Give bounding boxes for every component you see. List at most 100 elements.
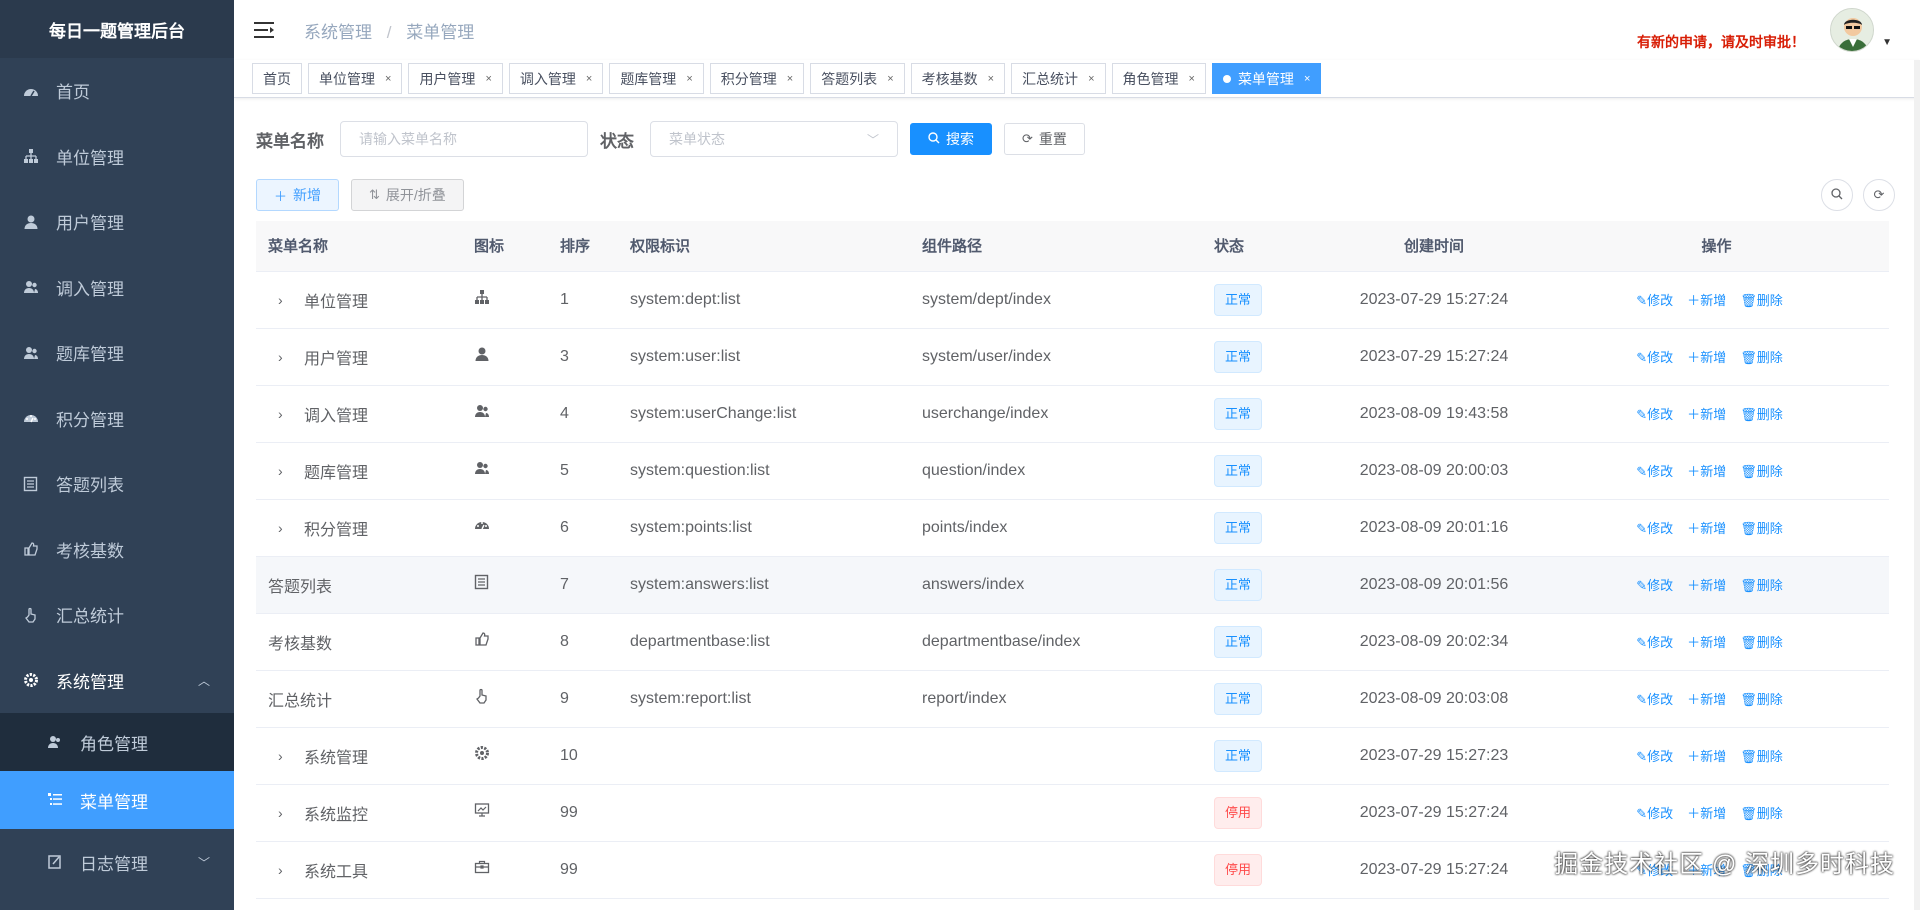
add-child-button[interactable]: ＋新增 <box>1687 350 1726 365</box>
sidebar-item-hand[interactable]: 汇总统计 <box>0 582 234 648</box>
tab-0[interactable]: 首页 <box>252 63 302 94</box>
expand-icon[interactable]: › <box>278 520 292 536</box>
edit-button[interactable]: ✎修改 <box>1636 635 1673 650</box>
sidebar-item-dashboard[interactable]: 首页 <box>0 58 234 124</box>
scrollbar[interactable] <box>1914 60 1920 910</box>
sidebar-item-system[interactable]: 系统管理 ︿ <box>0 648 234 714</box>
tab-5[interactable]: 积分管理 × <box>709 63 805 94</box>
table-row[interactable]: 考核基数 8 departmentbase:list departmentbase/i… <box>256 613 1889 671</box>
active-dot <box>1222 74 1231 83</box>
table-row[interactable]: › 题库管理 5 system:question:list question/index… <box>256 442 1889 500</box>
add-child-button[interactable]: ＋新增 <box>1687 578 1726 593</box>
close-icon[interactable]: × <box>1088 73 1094 85</box>
table-row[interactable]: › 调入管理 4 system:userChange:list userchange/i… <box>256 385 1889 443</box>
expand-icon[interactable]: › <box>278 862 292 878</box>
delete-button[interactable]: 🗑删除 <box>1740 407 1783 422</box>
add-child-button[interactable]: ＋新增 <box>1687 464 1726 479</box>
refresh-button[interactable]: ⟳ <box>1863 179 1895 211</box>
expand-icon[interactable]: › <box>278 349 292 365</box>
edit-button[interactable]: ✎修改 <box>1636 521 1673 536</box>
tab-8[interactable]: 汇总统计 × <box>1011 63 1106 94</box>
tab-label: 菜单管理 <box>1237 70 1294 87</box>
tab-10[interactable]: 菜单管理 × <box>1211 63 1322 94</box>
add-child-button[interactable]: ＋新增 <box>1687 635 1726 650</box>
table-row[interactable]: › 单位管理 1 system:dept:list system/dept/index 正… <box>256 271 1889 329</box>
table-row[interactable]: › 系统监控 99 停用 2023-07-29 15:27:24 ✎修改 ＋新增 🗑删除 <box>256 784 1889 842</box>
status-select[interactable]: 菜单状态 ﹀ <box>650 121 898 157</box>
add-child-button[interactable]: ＋新增 <box>1687 806 1726 821</box>
edit-button[interactable]: ✎修改 <box>1636 806 1673 821</box>
close-icon[interactable]: × <box>887 73 893 85</box>
expand-icon[interactable]: › <box>278 748 292 764</box>
add-child-button[interactable]: ＋新增 <box>1687 749 1726 764</box>
expand-icon[interactable]: › <box>278 406 292 422</box>
edit-button[interactable]: ✎修改 <box>1636 464 1673 479</box>
hamburger-icon[interactable] <box>254 20 276 40</box>
table-row[interactable]: 答题列表 7 system:answers:list answers/index 正常 2… <box>256 556 1889 614</box>
edit-button[interactable]: ✎修改 <box>1636 692 1673 707</box>
reset-button[interactable]: ⟳ 重置 <box>1004 123 1085 155</box>
add-button[interactable]: ＋ 新增 <box>256 179 340 211</box>
edit-button[interactable]: ✎修改 <box>1636 578 1673 593</box>
table-row[interactable]: › 积分管理 6 system:points:list points/index 正常 20… <box>256 499 1889 557</box>
sidebar-item-peoples[interactable]: 调入管理 <box>0 255 234 321</box>
close-icon[interactable]: × <box>686 73 692 85</box>
tab-2[interactable]: 用户管理 × <box>408 63 503 94</box>
avatar[interactable] <box>1830 8 1874 52</box>
sidebar-item-menu[interactable]: 菜单管理 <box>0 771 234 829</box>
close-icon[interactable]: × <box>787 73 793 85</box>
sidebar-item-tree[interactable]: 单位管理 <box>0 124 234 190</box>
edit-button[interactable]: ✎修改 <box>1636 293 1673 308</box>
approval-notice[interactable]: 有新的申请，请及时审批！ <box>1637 32 1805 52</box>
table-row[interactable]: › 用户管理 3 system:user:list system/user/index 正… <box>256 328 1889 386</box>
tab-label: 用户管理 <box>419 70 476 87</box>
tab-9[interactable]: 角色管理 × <box>1111 63 1206 94</box>
menu-name-input[interactable]: 请输入菜单名称 <box>340 121 588 157</box>
delete-button[interactable]: 🗑删除 <box>1740 806 1783 821</box>
close-icon[interactable]: × <box>586 73 592 85</box>
delete-button[interactable]: 🗑删除 <box>1740 692 1783 707</box>
breadcrumb-item[interactable]: 系统管理 <box>304 23 372 42</box>
delete-button[interactable]: 🗑删除 <box>1740 578 1783 593</box>
close-icon[interactable]: × <box>1189 73 1195 85</box>
sidebar-item-user[interactable]: 用户管理 <box>0 189 234 255</box>
sidebar-item-role[interactable]: 角色管理 <box>0 713 234 771</box>
delete-button[interactable]: 🗑删除 <box>1740 293 1783 308</box>
tab-4[interactable]: 题库管理 × <box>609 63 704 94</box>
delete-button[interactable]: 🗑删除 <box>1740 749 1783 764</box>
expand-icon[interactable]: › <box>278 292 292 308</box>
add-child-button[interactable]: ＋新增 <box>1687 692 1726 707</box>
close-icon[interactable]: × <box>988 73 994 85</box>
tab-3[interactable]: 调入管理 × <box>508 63 604 94</box>
table-row[interactable]: 汇总统计 9 system:report:list report/index 正常 202… <box>256 670 1889 728</box>
edit-button[interactable]: ✎修改 <box>1636 407 1673 422</box>
close-icon[interactable]: × <box>385 73 391 85</box>
add-child-button[interactable]: ＋新增 <box>1687 521 1726 536</box>
sidebar-item-list[interactable]: 答题列表 <box>0 451 234 517</box>
sidebar-item-thumb[interactable]: 考核基数 <box>0 517 234 583</box>
delete-button[interactable]: 🗑删除 <box>1740 464 1783 479</box>
delete-button[interactable]: 🗑删除 <box>1740 635 1783 650</box>
edit-button[interactable]: ✎修改 <box>1636 749 1673 764</box>
add-child-button[interactable]: ＋新增 <box>1687 407 1726 422</box>
expand-icon[interactable]: › <box>278 463 292 479</box>
toggle-search-button[interactable] <box>1821 179 1853 211</box>
perm-cell: system:report:list <box>630 670 922 728</box>
sidebar-item-peoples[interactable]: 题库管理 <box>0 320 234 386</box>
sidebar-item-gauge[interactable]: 积分管理 <box>0 386 234 452</box>
sidebar-item-log[interactable]: 日志管理 ﹀ <box>0 829 234 895</box>
close-icon[interactable]: × <box>1304 73 1310 85</box>
tab-7[interactable]: 考核基数 × <box>910 63 1006 94</box>
expand-icon[interactable]: › <box>278 805 292 821</box>
edit-button[interactable]: ✎修改 <box>1636 350 1673 365</box>
delete-button[interactable]: 🗑删除 <box>1740 521 1783 536</box>
search-button[interactable]: 搜索 <box>910 123 992 155</box>
expand-collapse-button[interactable]: ⇅ 展开/折叠 <box>351 179 464 211</box>
delete-button[interactable]: 🗑删除 <box>1740 350 1783 365</box>
add-child-button[interactable]: ＋新增 <box>1687 293 1726 308</box>
caret-down-icon[interactable]: ▼ <box>1882 37 1892 48</box>
table-row[interactable]: › 系统管理 10 正常 2023-07-29 15:27:23 ✎修改 ＋新增 🗑删除 <box>256 727 1889 785</box>
tab-1[interactable]: 单位管理 × <box>308 63 403 94</box>
tab-6[interactable]: 答题列表 × <box>810 63 905 94</box>
close-icon[interactable]: × <box>485 73 491 85</box>
